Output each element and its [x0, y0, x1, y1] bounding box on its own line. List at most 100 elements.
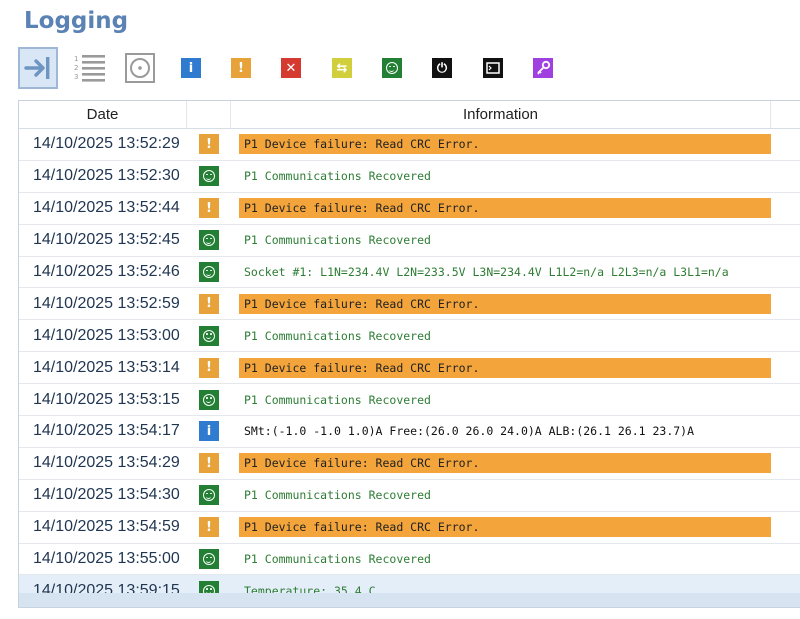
filter-warning-button[interactable]: !	[221, 47, 261, 89]
warning-icon: !	[199, 453, 219, 474]
table-row[interactable]: 14/10/2025 13:52:29! P1 Device failure: R…	[19, 129, 800, 161]
column-header-date[interactable]: Date	[19, 101, 187, 128]
info-icon: i	[181, 58, 201, 78]
row-date: 14/10/2025 13:53:00	[33, 326, 180, 344]
row-message: P1 Communications Recovered	[244, 169, 431, 184]
target-icon	[125, 53, 155, 83]
table-row[interactable]: 14/10/2025 13:52:44! P1 Device failure: R…	[19, 193, 800, 225]
row-information-cell: P1 Communications Recovered	[231, 485, 800, 505]
key-icon	[533, 58, 553, 78]
table-row[interactable]: 14/10/2025 13:55:00 P1 Communications Rec…	[19, 544, 800, 576]
filter-info-button[interactable]: i	[171, 47, 211, 89]
info-icon: i	[199, 421, 219, 442]
row-message: P1 Communications Recovered	[244, 488, 431, 503]
svg-text:3: 3	[74, 73, 78, 81]
row-date: 14/10/2025 13:52:44	[33, 199, 180, 217]
smiley-icon	[199, 549, 219, 570]
row-type-cell	[187, 389, 231, 410]
svg-text:1: 1	[74, 55, 78, 63]
row-date: 14/10/2025 13:52:45	[33, 231, 180, 249]
row-message: P1 Communications Recovered	[244, 552, 431, 567]
row-type-cell: !	[187, 517, 231, 538]
table-row[interactable]: 14/10/2025 13:54:30 P1 Communications Rec…	[19, 480, 800, 512]
column-header-icon[interactable]	[187, 101, 231, 128]
power-icon: ⏻	[432, 58, 452, 78]
row-information-cell: Socket #1: L1N=234.4V L2N=233.5V L3N=234…	[231, 262, 800, 282]
row-type-cell	[187, 549, 231, 570]
row-information-cell: P1 Device failure: Read CRC Error.	[231, 198, 800, 219]
clear-button[interactable]	[120, 47, 160, 89]
row-message: P1 Device failure: Read CRC Error.	[239, 198, 771, 219]
column-header-filler	[771, 101, 800, 128]
row-type-cell: !	[187, 453, 231, 474]
row-message: Socket #1: L1N=234.4V L2N=233.5V L3N=234…	[244, 265, 729, 279]
row-type-cell: !	[187, 357, 231, 378]
table-row[interactable]: 14/10/2025 13:53:15 P1 Communications Rec…	[19, 384, 800, 417]
table-row[interactable]: 14/10/2025 13:54:29! P1 Device failure: R…	[19, 448, 800, 480]
filter-power-button[interactable]: ⏻	[422, 47, 462, 89]
row-message: SMt:(-1.0 -1.0 1.0)A Free:(26.0 26.0 24.…	[244, 424, 695, 439]
row-date: 14/10/2025 13:52:59	[33, 294, 180, 312]
table-row[interactable]: 14/10/2025 13:54:59! P1 Device failure: R…	[19, 512, 800, 544]
autoscroll-button[interactable]	[18, 47, 58, 89]
row-type-cell	[187, 325, 231, 346]
row-information-cell: P1 Device failure: Read CRC Error.	[231, 293, 800, 314]
smiley-icon	[199, 230, 219, 251]
row-date: 14/10/2025 13:52:29	[33, 135, 180, 153]
row-message: P1 Device failure: Read CRC Error.	[239, 517, 771, 538]
table-row[interactable]: 14/10/2025 13:53:00 P1 Communications Rec…	[19, 320, 800, 353]
row-information-cell: P1 Communications Recovered	[231, 390, 800, 410]
filter-error-button[interactable]: ✕	[271, 47, 311, 89]
table-body: 14/10/2025 13:52:29! P1 Device failure: R…	[19, 129, 800, 607]
row-type-cell	[187, 166, 231, 187]
smiley-icon	[382, 58, 402, 78]
smiley-icon	[199, 325, 219, 346]
numbered-list-icon: 1 2 3	[74, 55, 105, 82]
row-information-cell: P1 Device failure: Read CRC Error.	[231, 357, 800, 378]
warning-icon: !	[231, 58, 251, 78]
terminal-icon	[483, 58, 503, 78]
row-date: 14/10/2025 13:52:46	[33, 263, 180, 280]
table-footer-strip	[19, 593, 800, 607]
filter-transfer-button[interactable]: ⇆	[322, 47, 362, 89]
row-information-cell: P1 Device failure: Read CRC Error.	[231, 134, 800, 155]
table-row[interactable]: 14/10/2025 13:52:59! P1 Device failure: R…	[19, 288, 800, 321]
column-header-information[interactable]: Information	[231, 101, 771, 128]
row-date: 14/10/2025 13:52:30	[33, 167, 180, 185]
transfer-arrows-icon: ⇆	[332, 58, 352, 78]
row-type-cell	[187, 485, 231, 506]
smiley-icon	[199, 485, 219, 506]
smiley-icon	[199, 389, 219, 410]
filter-terminal-button[interactable]	[473, 47, 513, 89]
page-title: Logging	[24, 8, 129, 34]
numbered-list-button[interactable]: 1 2 3	[70, 47, 110, 89]
row-type-cell	[187, 230, 231, 251]
row-date: 14/10/2025 13:53:15	[33, 390, 180, 408]
row-information-cell: P1 Communications Recovered	[231, 230, 800, 250]
warning-icon: !	[199, 134, 219, 155]
smiley-icon	[199, 262, 219, 282]
row-type-cell	[187, 262, 231, 282]
error-icon: ✕	[281, 58, 301, 78]
table-row[interactable]: 14/10/2025 13:52:45 P1 Communications Rec…	[19, 225, 800, 257]
filter-key-button[interactable]	[523, 47, 563, 89]
row-date: 14/10/2025 13:54:30	[33, 486, 180, 504]
table-row[interactable]: 14/10/2025 13:52:30 P1 Communications Rec…	[19, 161, 800, 193]
warning-icon: !	[199, 517, 219, 538]
row-message: P1 Communications Recovered	[244, 328, 431, 343]
row-information-cell: SMt:(-1.0 -1.0 1.0)A Free:(26.0 26.0 24.…	[231, 421, 800, 441]
warning-icon: !	[199, 293, 219, 314]
toolbar: 1 2 3 i ! ✕ ⇆ ⏻	[18, 47, 800, 91]
table-row[interactable]: 14/10/2025 13:52:46 Socket #1: L1N=234.4V…	[19, 257, 800, 289]
table-row[interactable]: 14/10/2025 13:53:14! P1 Device failure: R…	[19, 352, 800, 385]
row-information-cell: P1 Device failure: Read CRC Error.	[231, 517, 800, 538]
row-type-cell: !	[187, 198, 231, 219]
row-date: 14/10/2025 13:53:14	[33, 358, 180, 376]
row-information-cell: P1 Communications Recovered	[231, 166, 800, 186]
row-date: 14/10/2025 13:54:17	[33, 422, 180, 440]
filter-ok-button[interactable]	[372, 47, 412, 89]
warning-icon: !	[199, 357, 219, 378]
table-header: Date Information	[19, 101, 800, 129]
row-date: 14/10/2025 13:54:29	[33, 454, 180, 472]
table-row[interactable]: 14/10/2025 13:54:17 i SMt:(-1.0 -1.0 1.0)A…	[19, 416, 800, 448]
